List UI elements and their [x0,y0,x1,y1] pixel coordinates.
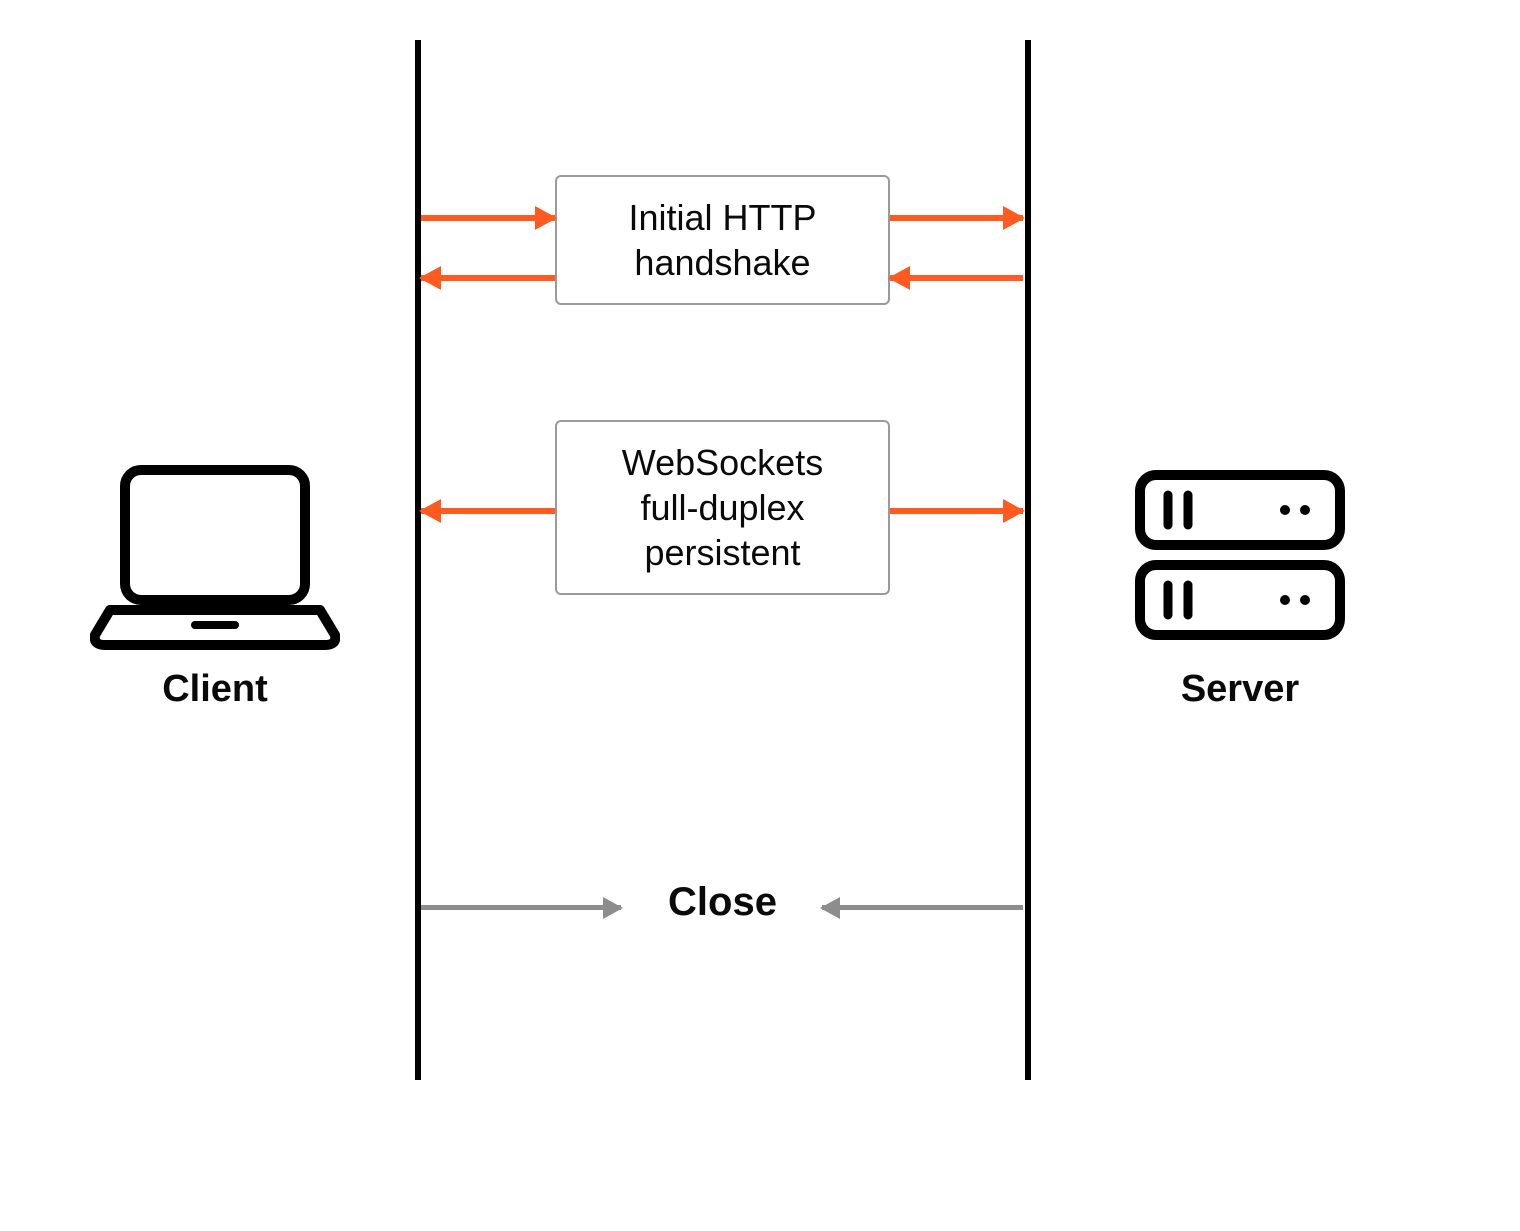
persistent-arrow-right [890,508,1023,514]
client-label: Client [65,668,365,711]
persistent-line1: WebSockets [567,440,878,485]
close-label: Close [630,880,815,925]
handshake-response-arrow-left [421,275,555,281]
handshake-request-arrow-right [890,215,1023,221]
laptop-icon [90,460,340,650]
handshake-request-arrow-left [421,215,555,221]
handshake-response-arrow-right [890,275,1023,281]
server-label: Server [1090,668,1390,711]
handshake-line2: handshake [567,240,878,285]
persistent-line3: persistent [567,530,878,575]
persistent-box: WebSockets full-duplex persistent [555,420,890,595]
server-icon [1130,460,1350,650]
close-arrow-from-client [421,905,621,910]
persistent-line2: full-duplex [567,485,878,530]
handshake-box: Initial HTTP handshake [555,175,890,305]
server-lifeline [1025,40,1031,1080]
persistent-arrow-left [421,508,555,514]
handshake-line1: Initial HTTP [567,195,878,240]
websocket-sequence-diagram: Client Server Initial HTTP handshake Web… [0,0,1520,1231]
close-arrow-from-server [822,905,1023,910]
client-lifeline [415,40,421,1080]
server-endpoint: Server [1090,460,1390,711]
client-endpoint: Client [65,460,365,711]
